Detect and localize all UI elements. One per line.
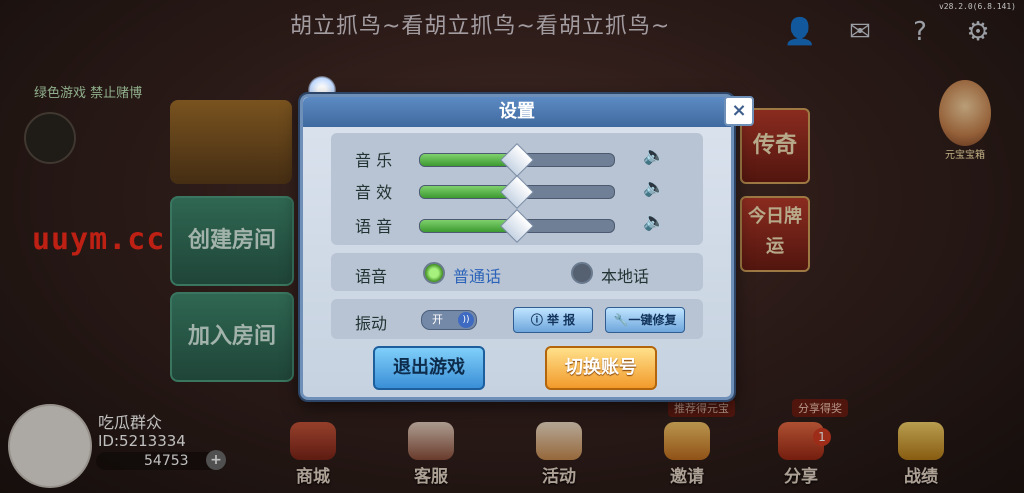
speaker-icon: 🔈 bbox=[643, 211, 666, 232]
effects-label: 音 效 bbox=[355, 183, 393, 202]
report-label: 举 报 bbox=[547, 313, 576, 327]
report-button[interactable]: ⓘ 举 报 bbox=[513, 307, 593, 333]
sound-panel: 音 乐 🔈 音 效 🔈 语 音 🔈 bbox=[331, 133, 703, 245]
speaker-icon: 🔈 bbox=[643, 145, 666, 166]
alert-icon: ⓘ bbox=[530, 313, 547, 327]
mandarin-radio[interactable] bbox=[423, 262, 445, 284]
local-dialect-radio[interactable] bbox=[571, 262, 593, 284]
vibration-toggle-knob: )) bbox=[458, 312, 474, 328]
switch-account-button[interactable]: 切换账号 bbox=[545, 346, 657, 390]
vibration-state: 开 bbox=[432, 313, 443, 326]
repair-button[interactable]: 🔧一键修复 bbox=[605, 307, 685, 333]
local-dialect-label[interactable]: 本地话 bbox=[601, 263, 649, 287]
exit-game-button[interactable]: 退出游戏 bbox=[373, 346, 485, 390]
music-label: 音 乐 bbox=[355, 151, 393, 170]
speaker-icon: 🔈 bbox=[643, 177, 666, 198]
voice-label: 语音 bbox=[355, 267, 388, 286]
close-dialog-button[interactable]: × bbox=[724, 96, 754, 126]
vibration-label: 振动 bbox=[355, 314, 388, 333]
repair-label: 一键修复 bbox=[628, 313, 677, 327]
effects-slider-knob[interactable] bbox=[500, 175, 534, 209]
music-slider-knob[interactable] bbox=[500, 143, 534, 177]
voice-volume-label: 语 音 bbox=[355, 217, 393, 236]
mandarin-label[interactable]: 普通话 bbox=[453, 263, 501, 287]
vibration-panel: 振动 开 )) ⓘ 举 报 🔧一键修复 bbox=[331, 299, 703, 339]
voice-panel: 语音 普通话 本地话 bbox=[331, 253, 703, 291]
vibration-toggle[interactable]: 开 )) bbox=[421, 310, 477, 330]
voice-slider-knob[interactable] bbox=[500, 209, 534, 243]
wrench-icon: 🔧 bbox=[613, 313, 629, 327]
settings-dialog: 设置 音 乐 🔈 音 效 🔈 语 音 🔈 语音 普通话 本地话 振动 开 )) … bbox=[300, 94, 734, 400]
settings-title: 设置 bbox=[303, 97, 731, 127]
